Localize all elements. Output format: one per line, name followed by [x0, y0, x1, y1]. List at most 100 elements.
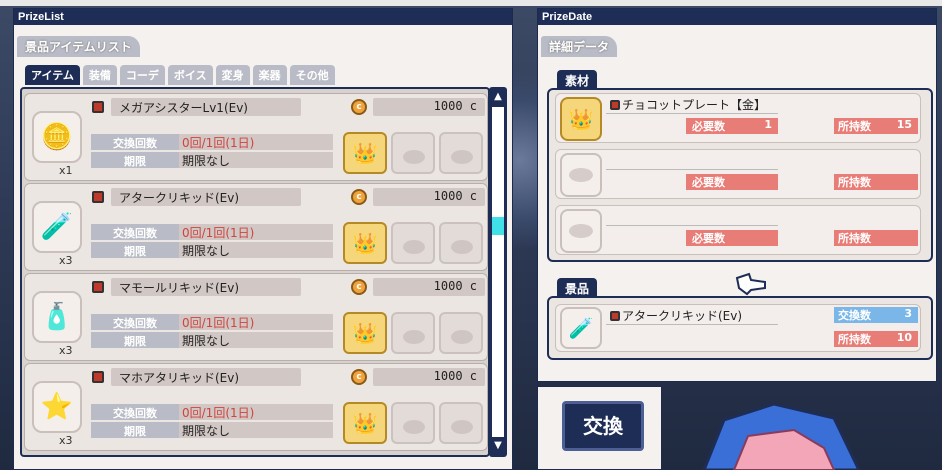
period-label: 期限	[91, 152, 179, 168]
period-value: 期限なし	[179, 152, 333, 168]
item-bullet-icon	[92, 281, 104, 293]
item-price: 1000 c	[373, 278, 485, 296]
red-star-potion-icon: ⭐	[32, 381, 82, 433]
scroll-down-arrow-icon[interactable]: ▼	[492, 440, 504, 452]
exchange-count-label: 交換回数	[91, 224, 179, 240]
material-row: 👑 チョコットプレート【金】 必要数 1 所持数 15	[555, 93, 921, 143]
tab-item[interactable]: アイテム	[25, 65, 80, 85]
item-name: マモールリキッド(Ev)	[111, 278, 301, 296]
empty-material-slot	[391, 402, 435, 444]
period-value: 期限なし	[179, 422, 333, 438]
required-count: 必要数	[686, 174, 778, 190]
material-row: 必要数 所持数	[555, 205, 921, 255]
owned-value: 15	[896, 118, 912, 131]
item-bullet-icon	[92, 191, 104, 203]
item-count: x3	[59, 254, 73, 267]
choco-plate-gold-icon[interactable]: 👑	[343, 402, 387, 444]
exchange-count: 交換数 3	[834, 307, 918, 323]
red-potion-icon: 🧪	[560, 307, 602, 349]
item-count: x3	[59, 344, 73, 357]
exchange-count-value: 0回/1回(1日)	[179, 404, 333, 420]
period-label: 期限	[91, 332, 179, 348]
period-label: 期限	[91, 422, 179, 438]
exchange-count-value: 0回/1回(1日)	[179, 224, 333, 240]
tab-voice[interactable]: ボイス	[167, 65, 213, 85]
category-tabs: アイテム 装備 コーデ ボイス 変身 楽器 その他	[25, 65, 335, 85]
empty-material-slot	[560, 153, 602, 197]
period-value: 期限なし	[179, 242, 333, 258]
item-price: 1000 c	[373, 98, 485, 116]
exchange-count-value: 0回/1回(1日)	[179, 314, 333, 330]
exchange-button[interactable]: 交換	[562, 401, 644, 451]
list-item[interactable]: 🧴 x3 マモールリキッド(Ev) c 1000 c 交換回数 0回/1回(1日…	[24, 273, 488, 361]
top-bar	[0, 0, 942, 6]
coin-icon: c	[351, 369, 367, 385]
list-item[interactable]: 🧪 x3 アタークリキッド(Ev) c 1000 c 交換回数 0回/1回(1日…	[24, 183, 488, 271]
required-label: 必要数	[692, 232, 725, 245]
item-price: 1000 c	[373, 188, 485, 206]
owned-count: 所持数 15	[834, 118, 918, 134]
scroll-up-arrow-icon[interactable]: ▲	[492, 91, 504, 103]
scroll-track[interactable]	[492, 107, 504, 437]
choco-plate-gold-icon[interactable]: 👑	[343, 132, 387, 174]
blue-potion-icon: 🧴	[32, 291, 82, 343]
item-name: メガアシスターLv1(Ev)	[111, 98, 301, 116]
empty-material-slot	[439, 312, 483, 354]
empty-material-slot	[439, 132, 483, 174]
character-portrait	[702, 402, 861, 470]
owned-count: 所持数	[834, 230, 918, 246]
prize-data-title: PrizeDate	[538, 9, 936, 25]
item-bullet-icon	[92, 101, 104, 113]
prize-list-section: 景品アイテムリスト	[17, 36, 140, 57]
list-item[interactable]: 🪙 x1 メガアシスターLv1(Ev) c 1000 c 交換回数 0回/1回(…	[24, 93, 488, 181]
required-count: 必要数 1	[686, 118, 778, 134]
required-count: 必要数	[686, 230, 778, 246]
prize-name: アタークリキッド(Ev)	[606, 307, 778, 325]
exchange-count-label: 交換回数	[91, 134, 179, 150]
exchange-count-label: 交換数	[838, 309, 871, 322]
tab-instrument[interactable]: 楽器	[252, 65, 287, 85]
prize-row: 🧪 アタークリキッド(Ev) 交換数 3 所持数 10	[555, 304, 921, 352]
required-label: 必要数	[692, 120, 725, 133]
choco-plate-gold-icon[interactable]: 👑	[343, 312, 387, 354]
item-name: マホアタリキッド(Ev)	[111, 368, 301, 386]
coin-icon: c	[351, 99, 367, 115]
owned-value: 10	[896, 331, 912, 344]
tab-equipment[interactable]: 装備	[82, 65, 117, 85]
item-count: x1	[59, 164, 73, 177]
prize-item-list: 🪙 x1 メガアシスターLv1(Ev) c 1000 c 交換回数 0回/1回(…	[20, 87, 490, 457]
coin-icon: c	[351, 189, 367, 205]
exchange-count-label: 交換回数	[91, 404, 179, 420]
tab-transform[interactable]: 変身	[215, 65, 250, 85]
material-name	[606, 208, 778, 226]
item-bullet-icon	[92, 371, 104, 383]
tab-coordinate[interactable]: コーデ	[119, 65, 165, 85]
exchange-count-label: 交換回数	[91, 314, 179, 330]
choco-plate-gold-icon: 👑	[560, 97, 602, 141]
tab-other[interactable]: その他	[289, 65, 335, 85]
exchange-count-value: 0回/1回(1日)	[179, 134, 333, 150]
period-value: 期限なし	[179, 332, 333, 348]
list-scrollbar[interactable]: ▲ ▼	[489, 87, 507, 457]
lv1-emblem-icon: 🪙	[32, 111, 82, 163]
exchange-button-panel: 交換	[537, 386, 662, 470]
exchange-count-value: 3	[904, 307, 912, 320]
prize-data-section: 詳細データ	[541, 36, 618, 57]
empty-material-slot	[560, 209, 602, 253]
item-name: アタークリキッド(Ev)	[111, 188, 301, 206]
owned-label: 所持数	[838, 232, 871, 245]
choco-plate-gold-icon[interactable]: 👑	[343, 222, 387, 264]
list-item[interactable]: ⭐ x3 マホアタリキッド(Ev) c 1000 c 交換回数 0回/1回(1日…	[24, 363, 488, 451]
empty-material-slot	[391, 312, 435, 354]
empty-material-slot	[439, 222, 483, 264]
material-row: 必要数 所持数	[555, 149, 921, 199]
scroll-thumb[interactable]	[492, 217, 504, 235]
owned-label: 所持数	[838, 120, 871, 133]
required-label: 必要数	[692, 176, 725, 189]
item-count: x3	[59, 434, 73, 447]
required-value: 1	[764, 118, 772, 131]
red-potion-icon: 🧪	[32, 201, 82, 253]
empty-material-slot	[391, 132, 435, 174]
owned-count: 所持数	[834, 174, 918, 190]
empty-material-slot	[439, 402, 483, 444]
